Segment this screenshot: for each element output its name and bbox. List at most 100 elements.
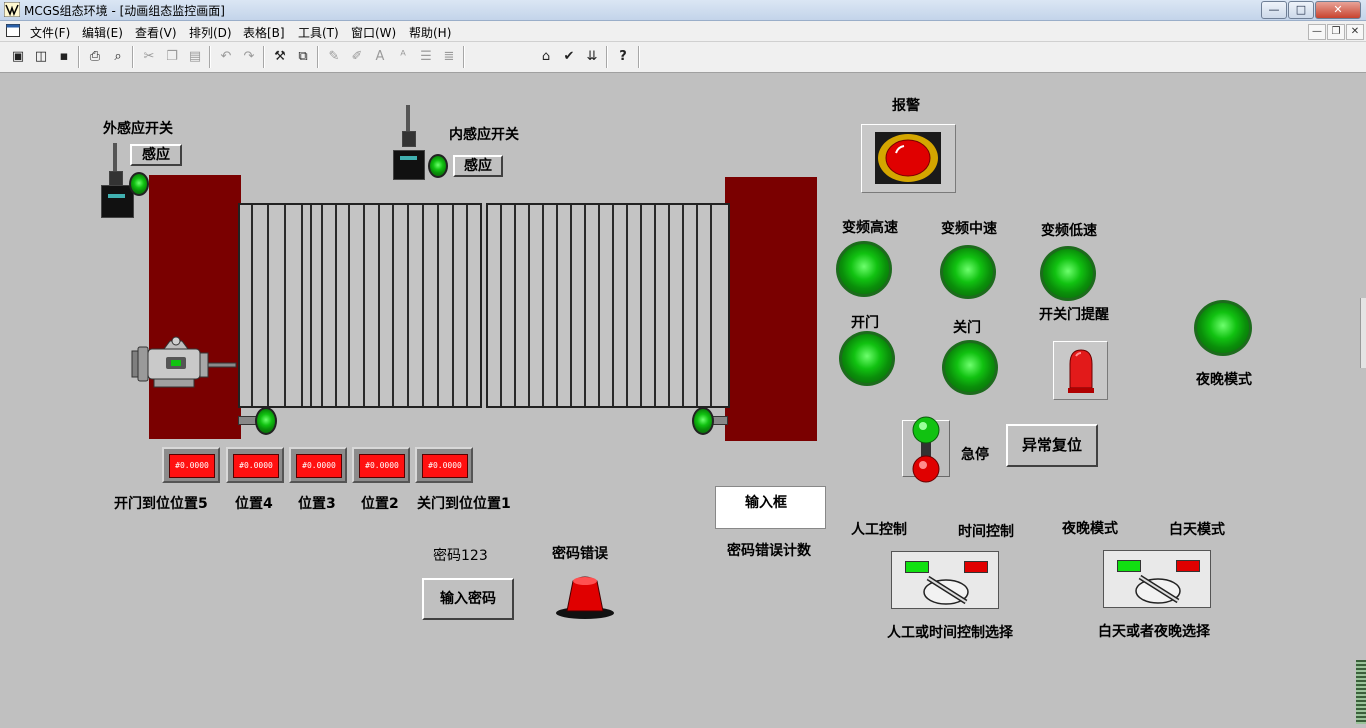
font-icon[interactable]: ᴬ bbox=[392, 46, 414, 68]
mdi-close-button[interactable]: ✕ bbox=[1346, 24, 1364, 40]
frame-icon[interactable]: ⧉ bbox=[292, 46, 314, 68]
right-limit-lamp bbox=[692, 407, 714, 435]
cut-icon[interactable]: ✂ bbox=[138, 46, 160, 68]
manual-control-label: 人工控制 bbox=[851, 522, 907, 538]
outer-sensor-button[interactable]: 感应 bbox=[130, 144, 182, 166]
help-icon[interactable]: ? bbox=[612, 46, 634, 68]
right-gate-pillar bbox=[725, 177, 817, 441]
freq-mid-lamp bbox=[940, 245, 996, 299]
gate-motor-icon bbox=[131, 336, 237, 388]
selector-knob-icon bbox=[923, 575, 969, 605]
title-bar: MCGS组态环境 - [动画组态监控画面] — □ ✕ bbox=[0, 0, 1366, 21]
manual-time-selector-switch[interactable] bbox=[891, 551, 999, 609]
toolbar-separator bbox=[463, 46, 465, 68]
input-box[interactable]: 输入框 bbox=[715, 486, 826, 529]
new-window-icon[interactable]: ▣ bbox=[7, 46, 29, 68]
position-2-display: #0.0000 bbox=[352, 447, 410, 483]
window-title: MCGS组态环境 - [动画组态监控画面] bbox=[24, 4, 225, 18]
position-3-label: 位置3 bbox=[298, 496, 336, 512]
door-reminder-label: 开关门提醒 bbox=[1039, 307, 1109, 323]
position-5-value: #0.0000 bbox=[169, 454, 215, 478]
toolbar-separator bbox=[78, 46, 80, 68]
position-4-label: 位置4 bbox=[235, 496, 273, 512]
edit2-icon[interactable]: ✐ bbox=[346, 46, 368, 68]
door-reminder-light bbox=[1053, 341, 1108, 400]
mcgs-app-icon bbox=[4, 2, 20, 17]
left-gate-pillar bbox=[149, 175, 241, 439]
freq-low-label: 变频低速 bbox=[1041, 223, 1097, 239]
vertical-scrollbar-thumb[interactable] bbox=[1356, 660, 1366, 724]
window-maximize-button[interactable]: □ bbox=[1288, 1, 1314, 19]
window-minimize-button[interactable]: — bbox=[1261, 1, 1287, 19]
print-preview-icon[interactable]: ⌕ bbox=[107, 46, 129, 68]
freq-high-label: 变频高速 bbox=[842, 220, 898, 236]
align-icon[interactable]: ☰ bbox=[415, 46, 437, 68]
input-password-button[interactable]: 输入密码 bbox=[422, 578, 514, 620]
toolbar-separator bbox=[263, 46, 265, 68]
position-5-label: 开门到位位置5 bbox=[114, 496, 208, 512]
save-icon[interactable]: ▪ bbox=[53, 46, 75, 68]
night-mode-lamp-label: 夜晚模式 bbox=[1196, 372, 1252, 388]
print-icon[interactable]: ⎙ bbox=[84, 46, 106, 68]
menu-tools[interactable]: 工具(T) bbox=[298, 24, 339, 41]
list-icon[interactable]: ≣ bbox=[438, 46, 460, 68]
position-4-display: #0.0000 bbox=[226, 447, 284, 483]
position-5-display: #0.0000 bbox=[162, 447, 220, 483]
toolbar-separator bbox=[638, 46, 640, 68]
selector-knob-icon bbox=[1135, 574, 1181, 604]
text-icon[interactable]: A bbox=[369, 46, 391, 68]
download-icon[interactable]: ⇊ bbox=[581, 46, 603, 68]
estop-label: 急停 bbox=[961, 447, 989, 463]
window-close-button[interactable]: ✕ bbox=[1315, 1, 1361, 19]
night-mode-label: 夜晚模式 bbox=[1062, 521, 1118, 537]
toolbar-separator bbox=[209, 46, 211, 68]
alarm-label: 报警 bbox=[892, 98, 920, 114]
toolbar-separator bbox=[132, 46, 134, 68]
right-gate-panel bbox=[486, 203, 730, 408]
inner-sensor-button[interactable]: 感应 bbox=[453, 155, 503, 177]
emergency-stop-switch[interactable] bbox=[902, 416, 950, 483]
tools-icon[interactable]: ⚒ bbox=[269, 46, 291, 68]
menu-table[interactable]: 表格[B] bbox=[243, 24, 285, 41]
day-night-selector-switch[interactable] bbox=[1103, 550, 1211, 608]
check-icon[interactable]: ✔ bbox=[558, 46, 580, 68]
position-1-label: 关门到位位置1 bbox=[417, 496, 511, 512]
outer-sensor-label: 外感应开关 bbox=[103, 121, 173, 137]
password-error-count-label: 密码错误计数 bbox=[727, 543, 811, 559]
reset-button[interactable]: 异常复位 bbox=[1006, 424, 1098, 467]
edit-icon[interactable]: ✎ bbox=[323, 46, 345, 68]
copy-icon[interactable]: ❐ bbox=[161, 46, 183, 68]
left-gate-panel bbox=[238, 203, 482, 408]
day-mode-label: 白天模式 bbox=[1169, 522, 1225, 538]
alarm-button[interactable] bbox=[861, 124, 956, 193]
toolbar-separator bbox=[317, 46, 319, 68]
properties-icon[interactable]: ⌂ bbox=[535, 46, 557, 68]
paste-icon[interactable]: ▤ bbox=[184, 46, 206, 68]
alarm-icon bbox=[875, 132, 941, 184]
side-scroll-tab[interactable] bbox=[1360, 298, 1366, 368]
position-2-label: 位置2 bbox=[361, 496, 399, 512]
menu-view[interactable]: 查看(V) bbox=[135, 24, 177, 41]
menu-window[interactable]: 窗口(W) bbox=[351, 24, 396, 41]
outer-sensor-lamp bbox=[129, 172, 149, 196]
menu-file[interactable]: 文件(F) bbox=[30, 24, 70, 41]
menu-arrange[interactable]: 排列(D) bbox=[189, 24, 232, 41]
menu-help[interactable]: 帮助(H) bbox=[409, 24, 451, 41]
inner-sensor-label: 内感应开关 bbox=[449, 127, 519, 143]
menu-edit[interactable]: 编辑(E) bbox=[82, 24, 123, 41]
manual-time-select-label: 人工或时间控制选择 bbox=[887, 625, 1013, 641]
document-icon[interactable] bbox=[6, 24, 20, 37]
mdi-restore-button[interactable]: ❐ bbox=[1327, 24, 1345, 40]
open-label: 开门 bbox=[851, 315, 879, 331]
undo-icon[interactable]: ↶ bbox=[215, 46, 237, 68]
night-mode-lamp bbox=[1194, 300, 1252, 356]
menu-bar: 文件(F) 编辑(E) 查看(V) 排列(D) 表格[B] 工具(T) 窗口(W… bbox=[0, 21, 1366, 42]
close-label: 关门 bbox=[953, 320, 981, 336]
redo-icon[interactable]: ↷ bbox=[238, 46, 260, 68]
open-icon[interactable]: ◫ bbox=[30, 46, 52, 68]
position-3-value: #0.0000 bbox=[296, 454, 342, 478]
emergency-stop-icon bbox=[912, 416, 940, 483]
time-control-label: 时间控制 bbox=[958, 524, 1014, 540]
freq-high-lamp bbox=[836, 241, 892, 297]
mdi-minimize-button[interactable]: — bbox=[1308, 24, 1326, 40]
